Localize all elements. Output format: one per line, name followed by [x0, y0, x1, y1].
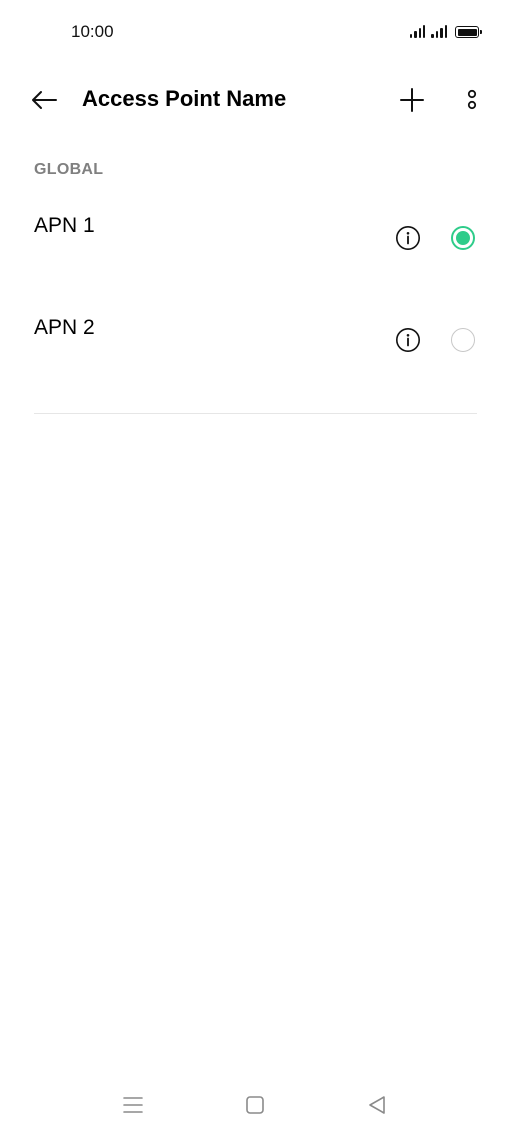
- signal-icon: [409, 24, 426, 38]
- info-icon: [396, 226, 420, 250]
- apn-list-item[interactable]: APN 2: [0, 300, 511, 396]
- apn-label: APN 2: [34, 316, 95, 339]
- apn-radio-selected[interactable]: [451, 226, 475, 250]
- more-options-icon: [467, 89, 477, 110]
- page-title: Access Point Name: [82, 86, 287, 111]
- status-time: 10:00: [71, 22, 114, 41]
- navigation-bar: [0, 1076, 511, 1136]
- app-bar: Access Point Name: [0, 64, 511, 136]
- menu-icon: [123, 1097, 143, 1113]
- apn-list-item[interactable]: APN 1: [0, 198, 511, 294]
- signal-icon: [431, 24, 447, 38]
- home-icon: [246, 1096, 264, 1114]
- home-button[interactable]: [235, 1090, 275, 1120]
- status-icons: [409, 24, 482, 38]
- section-header: GLOBAL: [34, 161, 104, 178]
- back-button[interactable]: [22, 80, 66, 120]
- apn-info-button[interactable]: [394, 326, 422, 354]
- plus-icon: [400, 88, 424, 112]
- more-options-button[interactable]: [452, 78, 492, 122]
- apn-info-button[interactable]: [394, 224, 422, 252]
- nav-back-button[interactable]: [357, 1090, 397, 1120]
- status-bar: 10:00: [0, 0, 511, 64]
- divider: [34, 413, 477, 414]
- recent-apps-button[interactable]: [113, 1090, 153, 1120]
- back-arrow-icon: [32, 91, 57, 109]
- info-icon: [396, 328, 420, 352]
- add-apn-button[interactable]: [390, 78, 434, 122]
- apn-radio-unselected[interactable]: [451, 328, 475, 352]
- back-triangle-icon: [369, 1096, 385, 1114]
- apn-label: APN 1: [34, 214, 95, 237]
- battery-icon: [455, 26, 482, 38]
